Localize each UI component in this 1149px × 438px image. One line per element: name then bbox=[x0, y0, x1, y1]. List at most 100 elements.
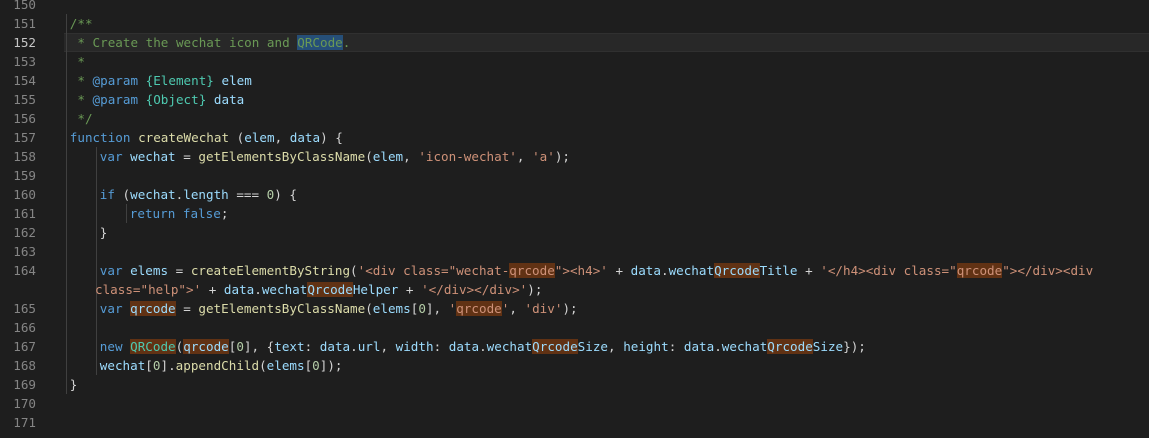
indent-guide bbox=[96, 147, 97, 166]
indent-guide bbox=[66, 280, 67, 299]
code-line[interactable]: 163 bbox=[0, 242, 1149, 261]
indent-guide bbox=[96, 261, 97, 280]
indent-guide bbox=[66, 337, 67, 356]
code-token: , bbox=[274, 130, 290, 145]
code-content: if (wechat.length === 0) { bbox=[100, 185, 297, 204]
code-token: "></div><div bbox=[1002, 263, 1094, 278]
code-token: var bbox=[99, 149, 123, 164]
code-line[interactable]: 152 * Create the wechat icon and QRCode. bbox=[0, 33, 1149, 52]
line-number: 165 bbox=[13, 301, 36, 316]
code-token: ) { bbox=[274, 187, 297, 202]
code-text: /** bbox=[64, 14, 1149, 33]
code-token: . bbox=[342, 35, 351, 50]
code-line[interactable]: 170 bbox=[0, 394, 1149, 413]
code-token: . bbox=[714, 339, 722, 354]
code-line[interactable]: 167 new QRCode(qrcode[0], {text: data.url… bbox=[0, 337, 1149, 356]
code-token: */ bbox=[69, 111, 93, 126]
code-token: , bbox=[516, 149, 533, 164]
indent-guide bbox=[66, 90, 67, 109]
code-token: , bbox=[403, 149, 419, 164]
code-editor[interactable]: 150 151 /** 152 * Create the wechat icon an… bbox=[0, 0, 1149, 438]
code-line[interactable]: 156 */ bbox=[0, 109, 1149, 128]
code-text: new QRCode(qrcode[0], {text: data.url, w… bbox=[64, 337, 1149, 356]
code-token: . bbox=[660, 263, 669, 278]
code-token: * bbox=[69, 54, 85, 69]
indent-guide bbox=[96, 185, 97, 204]
code-token: elem bbox=[221, 73, 252, 88]
code-token: : bbox=[668, 339, 684, 354]
code-line[interactable]: 153 * bbox=[0, 52, 1149, 71]
code-line[interactable]: 160 if (wechat.length === 0) { bbox=[0, 185, 1149, 204]
line-number: 159 bbox=[13, 168, 36, 183]
code-token: {Element} bbox=[145, 73, 214, 88]
code-token: = bbox=[175, 301, 199, 316]
code-token: data bbox=[289, 130, 321, 145]
indent-guide bbox=[66, 242, 67, 261]
code-token: 0 bbox=[236, 339, 244, 354]
code-line[interactable]: 166 bbox=[0, 318, 1149, 337]
code-text: var wechat = getElementsByClassName(elem… bbox=[64, 147, 1149, 166]
code-token: createWechat bbox=[138, 130, 230, 145]
code-line[interactable]: 150 bbox=[0, 0, 1149, 14]
code-line[interactable]: 161 return false; bbox=[0, 204, 1149, 223]
code-text bbox=[64, 318, 1149, 337]
code-token: getElementsByClassName bbox=[198, 301, 366, 316]
code-token: new bbox=[99, 339, 123, 354]
code-text: function createWechat (elem, data) { bbox=[64, 128, 1149, 147]
code-text: } bbox=[64, 223, 1149, 242]
search-match: qrcode bbox=[509, 263, 555, 278]
code-token: if bbox=[99, 187, 115, 202]
code-line[interactable]: 154 * @param {Element} elem bbox=[0, 71, 1149, 90]
code-text: if (wechat.length === 0) { bbox=[64, 185, 1149, 204]
indent-guide bbox=[66, 204, 67, 223]
code-token: wechat bbox=[130, 187, 176, 202]
code-text: * bbox=[64, 52, 1149, 71]
code-token: wechat bbox=[130, 149, 176, 164]
code-line[interactable]: 162} bbox=[0, 223, 1149, 242]
code-line[interactable]: 165 var qrcode = getElementsByClassName(e… bbox=[0, 299, 1149, 318]
code-content: return false; bbox=[130, 204, 229, 223]
indent-guide bbox=[66, 261, 67, 280]
indent-guide bbox=[66, 52, 67, 71]
code-line[interactable]: 164 var elems = createElementByString('<d… bbox=[0, 261, 1149, 280]
code-line[interactable]: 168 wechat[0].appendChild(elems[0]); bbox=[0, 356, 1149, 375]
code-line[interactable]: 158 var wechat = getElementsByClassName(e… bbox=[0, 147, 1149, 166]
code-token: + bbox=[398, 282, 422, 297]
code-token: ) { bbox=[320, 130, 343, 145]
code-token: data bbox=[448, 339, 480, 354]
code-token: length bbox=[183, 187, 229, 202]
search-match: Qrcode bbox=[532, 339, 578, 354]
line-number: 170 bbox=[13, 396, 36, 411]
code-token: * Create the wechat icon and bbox=[69, 35, 298, 50]
code-token: width bbox=[395, 339, 434, 354]
indent-guide bbox=[66, 356, 67, 375]
line-number: 169 bbox=[13, 377, 36, 392]
code-token: data bbox=[630, 263, 661, 278]
code-token: elem bbox=[244, 130, 275, 145]
code-token: ( bbox=[229, 130, 245, 145]
code-token: * bbox=[69, 92, 93, 107]
code-token: wechat bbox=[721, 339, 768, 354]
code-line[interactable]: 171 bbox=[0, 413, 1149, 432]
code-token: . bbox=[254, 282, 262, 297]
code-token: === bbox=[228, 187, 267, 202]
code-line[interactable]: 169} bbox=[0, 375, 1149, 394]
code-token: . bbox=[350, 339, 358, 354]
code-content: */ bbox=[69, 109, 93, 128]
code-token: } bbox=[69, 377, 78, 392]
line-number: 155 bbox=[13, 92, 36, 107]
code-content: * Create the wechat icon and QRCode. bbox=[69, 33, 351, 52]
code-line[interactable]: 159 bbox=[0, 166, 1149, 185]
code-token: + bbox=[797, 263, 821, 278]
code-line[interactable]: 155 * @param {Object} data bbox=[0, 90, 1149, 109]
code-line[interactable]: 157 function createWechat (elem, data) { bbox=[0, 128, 1149, 147]
code-token: data bbox=[223, 282, 255, 297]
code-token: function bbox=[69, 130, 131, 145]
code-content: wechat[0].appendChild(elems[0]); bbox=[100, 356, 343, 375]
code-line[interactable]: 151 /** bbox=[0, 14, 1149, 33]
search-match: qrcode bbox=[183, 339, 229, 354]
code-token: @param bbox=[92, 92, 139, 107]
code-text: wechat[0].appendChild(elems[0]); bbox=[64, 356, 1149, 375]
code-line-wrapped[interactable]: class="help">' + data.wechatQrcodeHelper… bbox=[0, 280, 1149, 299]
